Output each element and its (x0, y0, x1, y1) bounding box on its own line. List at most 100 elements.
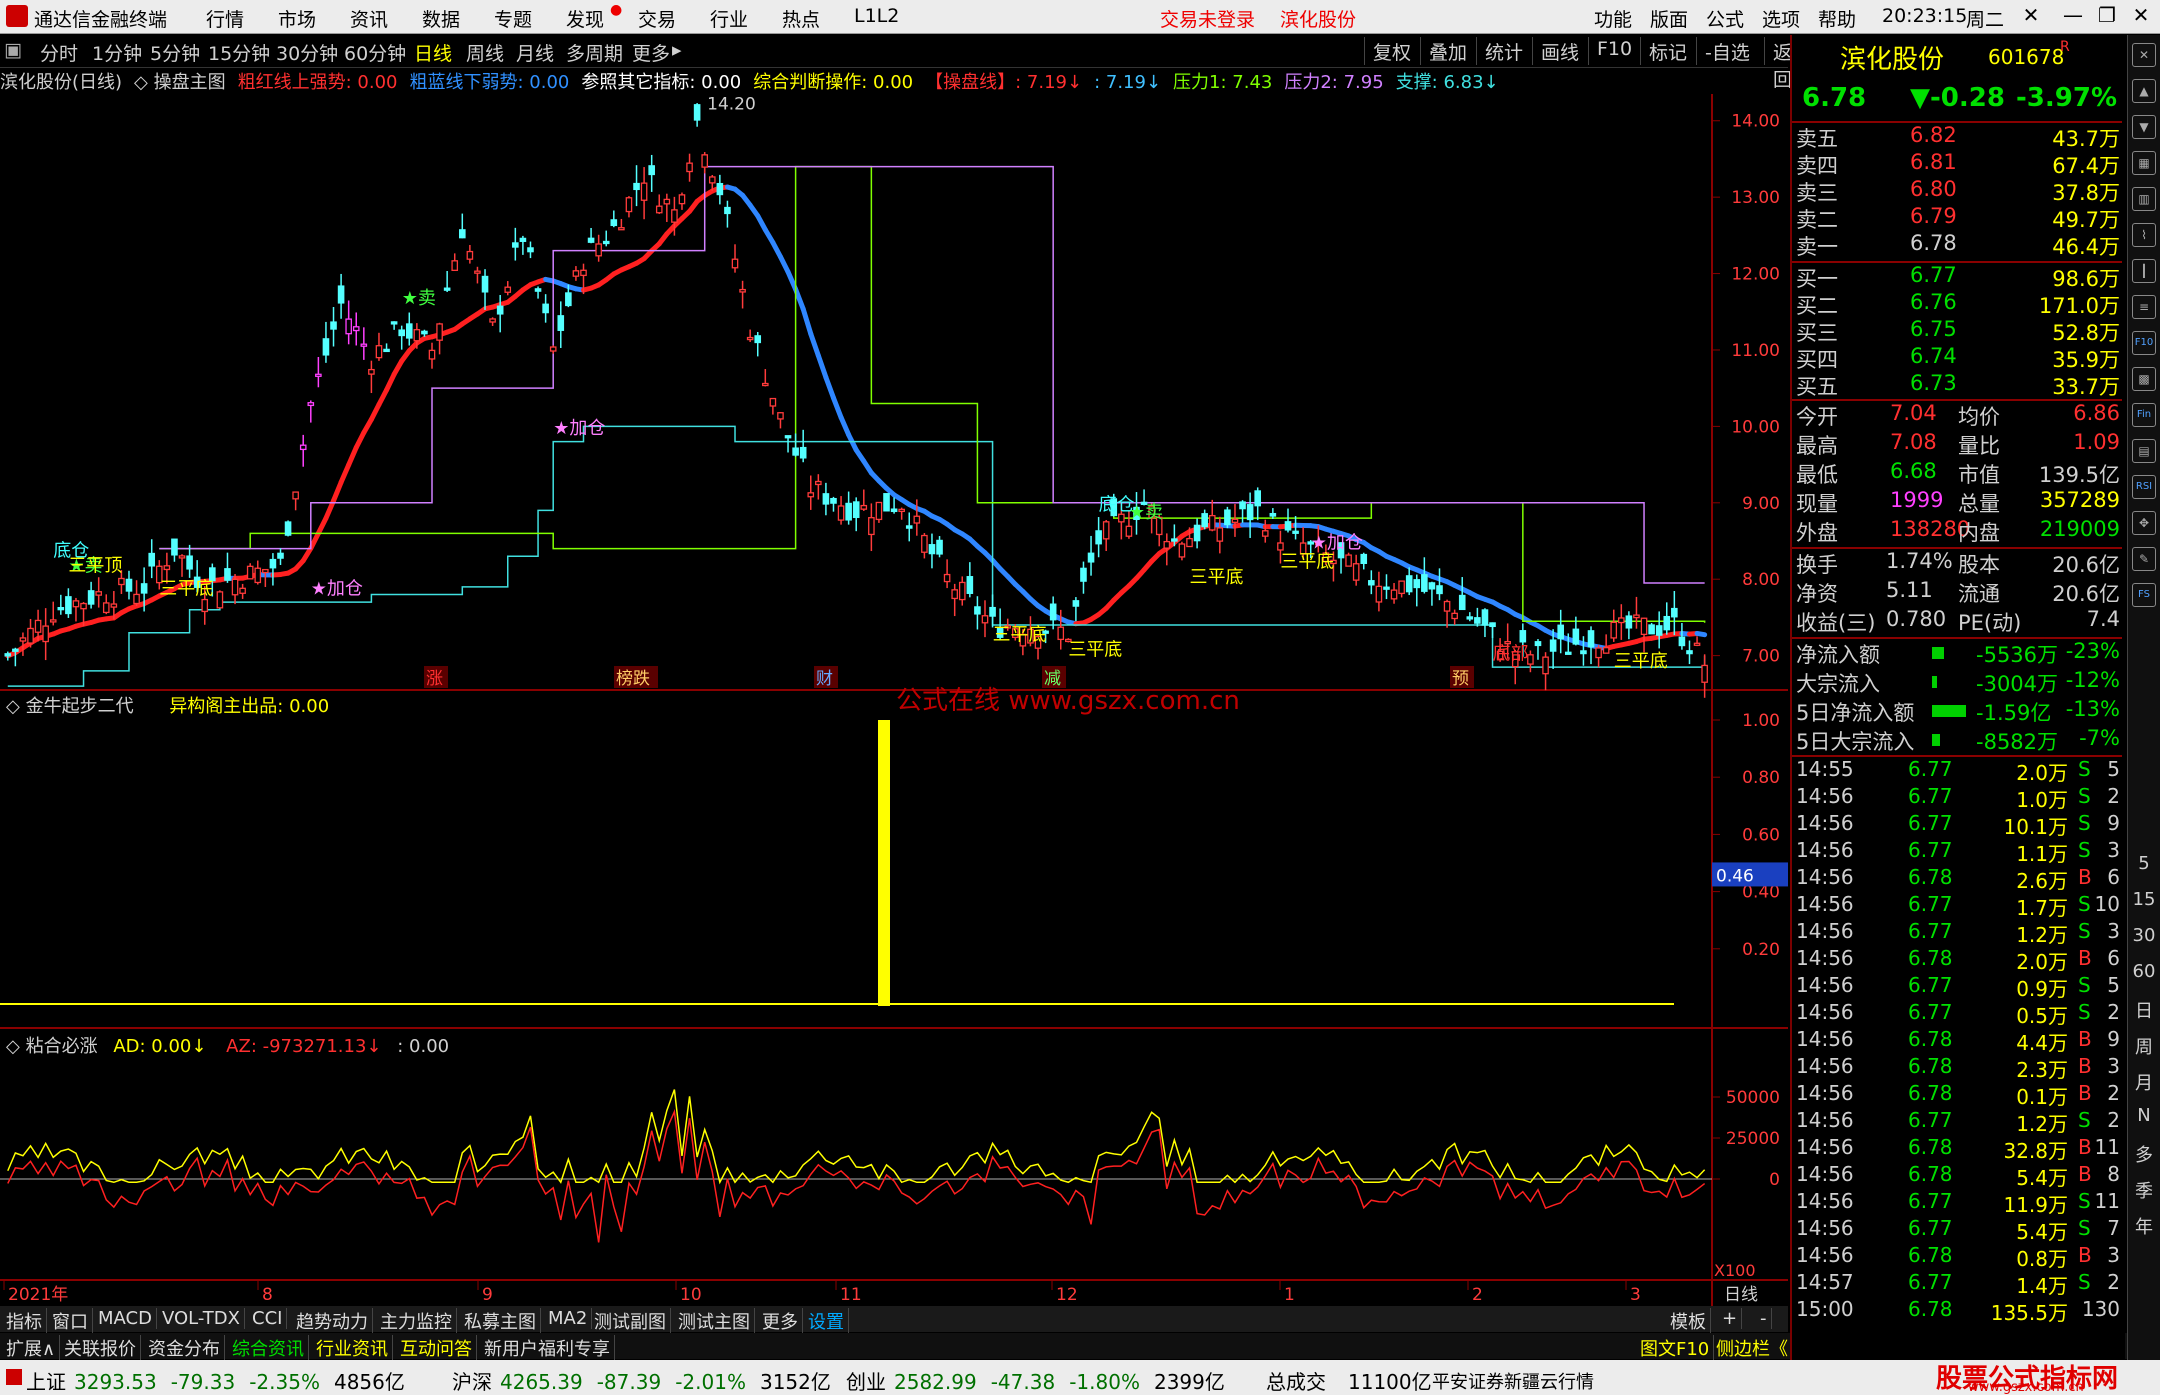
sub2-title[interactable]: ◇ 粘合必涨 (6, 1036, 98, 1057)
index-quote[interactable]: 上证 3293.53 -79.33 -2.35% 4856亿 (4, 1366, 405, 1395)
period-more[interactable]: 更多 (632, 39, 670, 66)
tab-tool[interactable]: 模板 (1666, 1308, 1711, 1334)
login-status[interactable]: 交易未登录 (1160, 5, 1255, 32)
order-book-row[interactable]: 买二 6.76 171.0万 (1792, 290, 2122, 318)
indicator-tab[interactable]: 私募主图 (460, 1308, 541, 1334)
side-tab[interactable]: 图文F10 (1636, 1335, 1715, 1361)
tool-f10[interactable]: F10 (1588, 37, 1640, 65)
grid-icon[interactable]: ▩ (2132, 367, 2156, 391)
menu-discover[interactable]: 发现 (566, 5, 604, 32)
extension-tab[interactable]: 关联报价 (60, 1335, 141, 1361)
menu-l1l2[interactable]: L1L2 (854, 5, 899, 27)
sidebar-period[interactable]: 30 (2128, 925, 2160, 946)
period-1min[interactable]: 1分钟 (92, 39, 142, 66)
menu-data[interactable]: 数据 (422, 5, 460, 32)
sidebar-period[interactable]: 60 (2128, 961, 2160, 982)
tool-remove-watchlist[interactable]: -自选 (1696, 37, 1758, 65)
line-icon[interactable]: ⌇ (2132, 223, 2156, 247)
indicator-tab[interactable]: 测试主图 (674, 1308, 755, 1334)
period-60min[interactable]: 60分钟 (344, 39, 406, 66)
extension-tab[interactable]: 综合资讯 (228, 1335, 309, 1361)
indicator-tab[interactable]: VOL-TDX (158, 1308, 245, 1329)
order-book-row[interactable]: 买三 6.75 52.8万 (1792, 317, 2122, 345)
tool-adjust[interactable]: 复权 (1364, 37, 1419, 65)
event-mark[interactable]: 预 (1452, 669, 1469, 689)
period-more-chevron-icon[interactable]: ▸ (672, 39, 682, 61)
index-quote[interactable]: 沪深 4265.39 -87.39 -2.01% 3152亿 (430, 1366, 831, 1395)
extension-tab[interactable]: 新用户福利专享 (480, 1335, 615, 1361)
close-x-icon[interactable]: ✕ (2016, 3, 2046, 31)
menu-market[interactable]: 市场 (278, 5, 316, 32)
tab-tool[interactable]: + (1718, 1308, 1743, 1329)
period-weekly[interactable]: 周线 (466, 39, 504, 66)
close-icon[interactable]: ✕ (2132, 43, 2156, 67)
doc-icon[interactable]: ▤ (2132, 439, 2156, 463)
menu-options[interactable]: 选项 (1762, 5, 1800, 32)
menu-news[interactable]: 资讯 (350, 5, 388, 32)
menu-industry[interactable]: 行业 (710, 5, 748, 32)
sidebar-period[interactable]: 15 (2128, 889, 2160, 910)
indicator-tab[interactable]: CCI (248, 1308, 288, 1329)
sidebar-rsi-icon[interactable]: RSI (2132, 475, 2156, 499)
indicator-tab[interactable]: MA2 (544, 1308, 593, 1329)
chart-icon[interactable]: ▦ (2132, 151, 2156, 175)
order-book-row[interactable]: 卖一 6.78 46.4万 (1792, 231, 2122, 259)
index-quote[interactable]: 创业 2582.99 -47.38 -1.80% 2399亿 (824, 1366, 1225, 1395)
period-30min[interactable]: 30分钟 (276, 39, 338, 66)
sidebar-f10-icon[interactable]: F10 (2132, 331, 2156, 355)
sidebar-fin-icon[interactable]: Fin (2132, 403, 2156, 427)
extension-tab[interactable]: 行业资讯 (312, 1335, 393, 1361)
tool-overlay[interactable]: 叠加 (1420, 37, 1475, 65)
sidebar-period[interactable]: 年 (2128, 1213, 2160, 1239)
order-book-row[interactable]: 卖三 6.80 37.8万 (1792, 177, 2122, 205)
extension-tab[interactable]: 资金分布 (144, 1335, 225, 1361)
period-multi[interactable]: 多周期 (566, 39, 623, 66)
indicator-tab[interactable]: 主力监控 (376, 1308, 457, 1334)
tab-tool[interactable]: - (1756, 1308, 1772, 1329)
extension-tab[interactable]: 互动问答 (396, 1335, 477, 1361)
sidebar-period[interactable]: 月 (2128, 1069, 2160, 1095)
period-5min[interactable]: 5分钟 (150, 39, 200, 66)
indicator-tab[interactable]: MACD (94, 1308, 157, 1329)
minimize-icon[interactable]: — (2058, 3, 2088, 31)
bars-icon[interactable]: ▥ (2132, 187, 2156, 211)
menu-hot[interactable]: 热点 (782, 5, 820, 32)
sub1-title[interactable]: ◇ 金牛起步二代 (6, 696, 134, 717)
indicator-tab[interactable]: 指标 (2, 1308, 47, 1334)
indicator-tab[interactable]: 测试副图 (590, 1308, 671, 1334)
order-book-row[interactable]: 买一 6.77 98.6万 (1792, 263, 2122, 291)
order-book-row[interactable]: 卖四 6.81 67.4万 (1792, 150, 2122, 178)
period-daily[interactable]: 日线 (414, 39, 452, 66)
restore-icon[interactable]: ❐ (2092, 3, 2122, 31)
sidebar-period[interactable]: 季 (2128, 1177, 2160, 1203)
down-arrow-icon[interactable]: ▼ (2132, 115, 2156, 139)
period-monthly[interactable]: 月线 (516, 39, 554, 66)
order-book-row[interactable]: 买五 6.73 33.7万 (1792, 371, 2122, 399)
indicator-tab[interactable]: 趋势动力 (292, 1308, 373, 1334)
order-book-row[interactable]: 买四 6.74 35.9万 (1792, 344, 2122, 372)
order-book-row[interactable]: 卖二 6.79 49.7万 (1792, 204, 2122, 232)
list-icon[interactable]: ≡ (2132, 295, 2156, 319)
sidebar-period[interactable]: 日 (2128, 997, 2160, 1023)
candle-icon[interactable]: ┃ (2132, 259, 2156, 283)
move-icon[interactable]: ✥ (2132, 511, 2156, 535)
indicator-tab[interactable]: 窗口 (48, 1308, 93, 1334)
order-book-row[interactable]: 卖五 6.82 43.7万 (1792, 123, 2122, 151)
menu-topics[interactable]: 专题 (494, 5, 532, 32)
panel-toggle-icon[interactable]: ▣ (4, 39, 22, 61)
menu-formula[interactable]: 公式 (1706, 5, 1744, 32)
period-15min[interactable]: 15分钟 (208, 39, 270, 66)
period-tick[interactable]: 分时 (40, 39, 78, 66)
sidebar-period[interactable]: 多 (2128, 1141, 2160, 1167)
pen-icon[interactable]: ✎ (2132, 547, 2156, 571)
side-tab[interactable]: 侧边栏《 (1712, 1335, 1793, 1361)
window-close-icon[interactable]: ✕ (2126, 3, 2156, 31)
indicator-tab[interactable]: 更多 (758, 1308, 803, 1334)
sidebar-period[interactable]: 周 (2128, 1033, 2160, 1059)
menu-help[interactable]: 帮助 (1818, 5, 1856, 32)
tool-mark[interactable]: 标记 (1640, 37, 1695, 65)
menu-quotes[interactable]: 行情 (206, 5, 244, 32)
menu-function[interactable]: 功能 (1594, 5, 1632, 32)
event-mark[interactable]: 榜跌 (616, 669, 650, 689)
indicator-tab[interactable]: 设置 (804, 1308, 849, 1334)
